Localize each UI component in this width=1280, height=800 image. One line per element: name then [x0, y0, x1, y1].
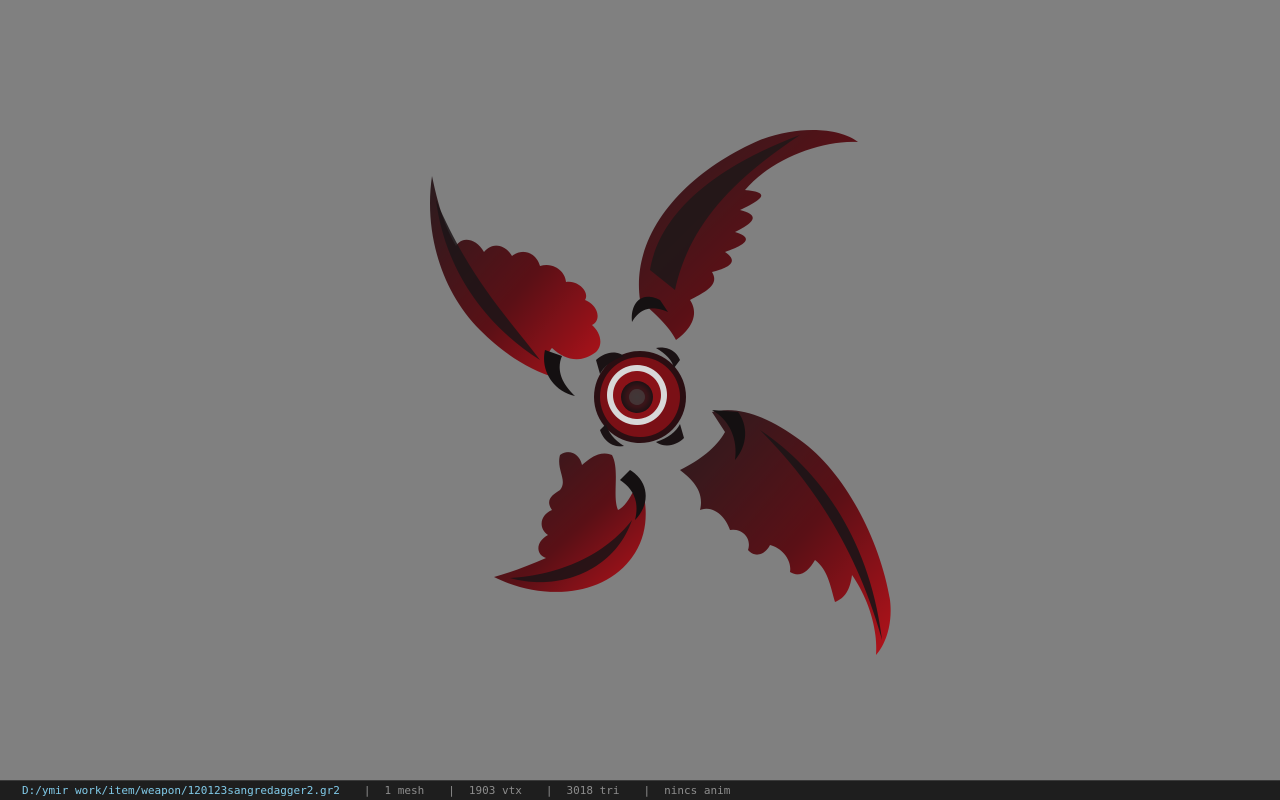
status-separator: |	[643, 784, 651, 797]
status-anim: nincs anim	[664, 784, 731, 797]
blade-bottom-left	[494, 452, 646, 592]
status-separator: |	[448, 784, 455, 797]
blade-top-left	[430, 176, 601, 396]
status-triangle-count: 3018 tri	[566, 784, 620, 797]
status-file-path: D:/ymir work/item/weapon/120123sangredag…	[22, 784, 340, 797]
status-vertex-count: 1903 vtx	[468, 784, 522, 797]
shuriken-dagger-model[interactable]	[0, 0, 1280, 780]
status-bar: D:/ymir work/item/weapon/120123sangredag…	[0, 780, 1280, 800]
3d-viewport[interactable]	[0, 0, 1280, 780]
status-separator: |	[363, 784, 371, 797]
blade-top-right	[631, 130, 858, 340]
center-hub	[594, 347, 686, 447]
status-mesh-count: 1 mesh	[384, 784, 425, 797]
status-separator: |	[545, 784, 553, 797]
blade-bottom-right	[680, 410, 891, 655]
